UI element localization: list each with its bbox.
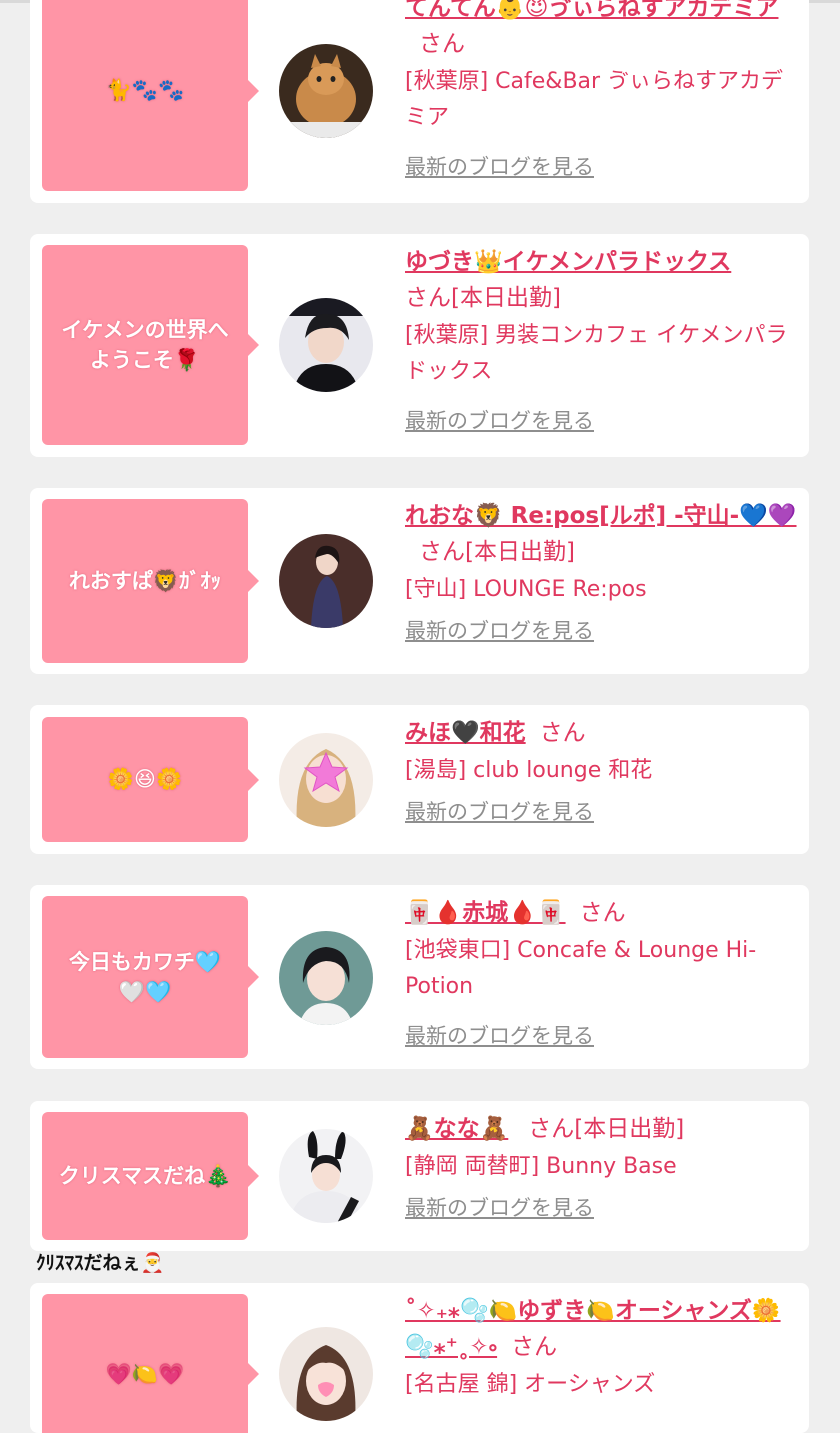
today-status: [本日出勤] [465, 539, 575, 565]
avatar[interactable] [279, 1129, 373, 1223]
catchphrase-bubble: れおすぱ🦁ｶﾞｵｯ [42, 499, 259, 663]
avatar-hostess-image [279, 931, 373, 1025]
honorific: さん [579, 900, 626, 926]
catchphrase-text: 💗🍋💗 [105, 1361, 185, 1386]
shop-name: [湯島] club lounge 和花 [405, 758, 653, 783]
overlay-caption: ｸﾘｽﾏｽだねぇ🎅 [36, 1252, 165, 1274]
avatar[interactable] [279, 733, 373, 827]
shop-name: [静岡 両替町] Bunny Base [405, 1154, 677, 1179]
cast-card[interactable]: 🌼😆🌼 みほ🖤和花 さん [湯島] club lounge 和花 最新のブログを見… [30, 705, 809, 854]
shop-name: [守山] LOUNGE Re:pos [405, 577, 647, 602]
avatar-hostess-image [279, 534, 373, 628]
shop-name: [名古屋 錦] オーシャンズ [405, 1372, 656, 1397]
honorific: さん [419, 31, 465, 57]
honorific: さん [405, 285, 451, 311]
latest-blog-link[interactable]: 最新のブログを見る [405, 797, 594, 827]
latest-blog-link[interactable]: 最新のブログを見る [405, 1021, 594, 1051]
cast-name-link[interactable]: ゆづき👑イケメンパラドックス [405, 249, 731, 275]
cast-info: ˚✧₊⁎🫧🍋ゆずき🍋オーシャンズ🌼🫧⁎⁺˳✧༚ さん [名古屋 錦] オーシャンズ [405, 1293, 800, 1403]
catchphrase-bubble: 💗🍋💗 [42, 1294, 259, 1433]
catchphrase-bubble: クリスマスだね🎄 [42, 1112, 259, 1240]
honorific: さん [511, 1334, 558, 1360]
honorific: さん [419, 539, 465, 565]
avatar-hostess-image [279, 733, 373, 827]
name-line: 🧸なな🧸 さん[本日出勤] [405, 1111, 800, 1147]
avatar-host-image [279, 298, 373, 392]
catchphrase-text: 今日もカワチ🩵 🤍🩵 [68, 949, 222, 1004]
avatar[interactable] [279, 534, 373, 628]
avatar[interactable] [279, 931, 373, 1025]
honorific: さん [539, 720, 586, 746]
shop-name: [秋葉原] Cafe&Bar ゔぃらねすアカデミア [405, 69, 784, 130]
avatar-hostess-image [279, 1129, 373, 1223]
cast-name-link[interactable]: 🧸なな🧸 [405, 1116, 508, 1142]
cast-info: みほ🖤和花 さん [湯島] club lounge 和花 最新のブログを見る [405, 715, 800, 827]
today-status: [本日出勤] [451, 285, 561, 311]
honorific: さん [528, 1116, 575, 1142]
cast-info: てんてん👶😈ゔぃらねすアカデミアさん [秋葉原] Cafe&Bar ゔぃらねすア… [405, 0, 800, 182]
latest-blog-link[interactable]: 最新のブログを見る [405, 406, 594, 436]
catchphrase-bubble: イケメンの世界へ ようこそ🌹 [42, 245, 259, 445]
name-line: ゆづき👑イケメンパラドックス さん[本日出勤] [405, 244, 800, 316]
cast-name-link[interactable]: みほ🖤和花 [405, 720, 526, 746]
catchphrase-text: 🐈🐾🐾 [105, 78, 185, 103]
catchphrase-bubble: 🌼😆🌼 [42, 717, 259, 842]
cast-card[interactable]: れおすぱ🦁ｶﾞｵｯ れおな🦁 Re:pos[ルポ] -守山-💙💜 さん[本日出勤]… [30, 488, 809, 674]
catchphrase-text: クリスマスだね🎄 [58, 1163, 232, 1188]
latest-blog-link[interactable]: 最新のブログを見る [405, 616, 594, 646]
catchphrase-text: れおすぱ🦁ｶﾞｵｯ [68, 568, 222, 593]
latest-blog-link[interactable]: 最新のブログを見る [405, 152, 594, 182]
cast-card[interactable]: 🐈🐾🐾 てんてん👶😈ゔぃらねすアカデミアさん [秋葉原] Cafe&Bar ゔぃ… [30, 0, 809, 203]
cast-name-link[interactable]: てんてん👶😈ゔぃらねすアカデミア [405, 0, 778, 21]
avatar[interactable] [279, 298, 373, 392]
name-line: てんてん👶😈ゔぃらねすアカデミアさん [405, 0, 800, 62]
name-line: 🀄🩸赤城🩸🀄 さん [405, 895, 800, 931]
catchphrase-bubble: 今日もカワチ🩵 🤍🩵 [42, 896, 259, 1058]
name-line: ˚✧₊⁎🫧🍋ゆずき🍋オーシャンズ🌼🫧⁎⁺˳✧༚ さん [405, 1293, 800, 1365]
cast-name-link[interactable]: ˚✧₊⁎🫧🍋ゆずき🍋オーシャンズ🌼🫧⁎⁺˳✧༚ [405, 1298, 781, 1360]
today-status: [本日出勤] [574, 1116, 685, 1142]
cast-card[interactable]: イケメンの世界へ ようこそ🌹 ゆづき👑イケメンパラドックス さん[本日出勤] [秋… [30, 234, 809, 457]
shop-name: [池袋東口] Concafe & Lounge Hi-Potion [405, 938, 757, 999]
catchphrase-text: 🌼😆🌼 [107, 767, 183, 792]
cast-name-link[interactable]: れおな🦁 Re:pos[ルポ] -守山-💙💜 [405, 503, 797, 529]
avatar-hostess-image [279, 1327, 373, 1421]
avatar[interactable] [279, 1327, 373, 1421]
catchphrase-bubble: 🐈🐾🐾 [42, 0, 259, 191]
avatar[interactable] [279, 44, 373, 138]
catchphrase-text: イケメンの世界へ ようこそ🌹 [61, 317, 229, 372]
name-line: れおな🦁 Re:pos[ルポ] -守山-💙💜 さん[本日出勤] [405, 498, 800, 570]
cast-info: 🀄🩸赤城🩸🀄 さん [池袋東口] Concafe & Lounge Hi-Poti… [405, 895, 800, 1051]
cast-info: れおな🦁 Re:pos[ルポ] -守山-💙💜 さん[本日出勤] [守山] LOUN… [405, 498, 800, 646]
cast-card[interactable]: クリスマスだね🎄 🧸なな🧸 さん[本日出勤] [静岡 両替町] Bunny Bas… [30, 1101, 809, 1251]
cast-info: ゆづき👑イケメンパラドックス さん[本日出勤] [秋葉原] 男装コンカフェ イケメ… [405, 244, 800, 436]
cast-name-link[interactable]: 🀄🩸赤城🩸🀄 [405, 900, 566, 926]
avatar-cat-image [279, 44, 373, 138]
shop-name: [秋葉原] 男装コンカフェ イケメンパラドックス [405, 323, 788, 384]
cast-card[interactable]: 💗🍋💗 ˚✧₊⁎🫧🍋ゆずき🍋オーシャンズ🌼🫧⁎⁺˳✧༚ さん [名古屋 錦] オー… [30, 1283, 809, 1433]
cast-card[interactable]: 今日もカワチ🩵 🤍🩵 🀄🩸赤城🩸🀄 さん [池袋東口] Concafe & Lou… [30, 885, 809, 1069]
latest-blog-link[interactable]: 最新のブログを見る [405, 1193, 594, 1223]
name-line: みほ🖤和花 さん [405, 715, 800, 751]
cast-info: 🧸なな🧸 さん[本日出勤] [静岡 両替町] Bunny Base 最新のブログを… [405, 1111, 800, 1223]
